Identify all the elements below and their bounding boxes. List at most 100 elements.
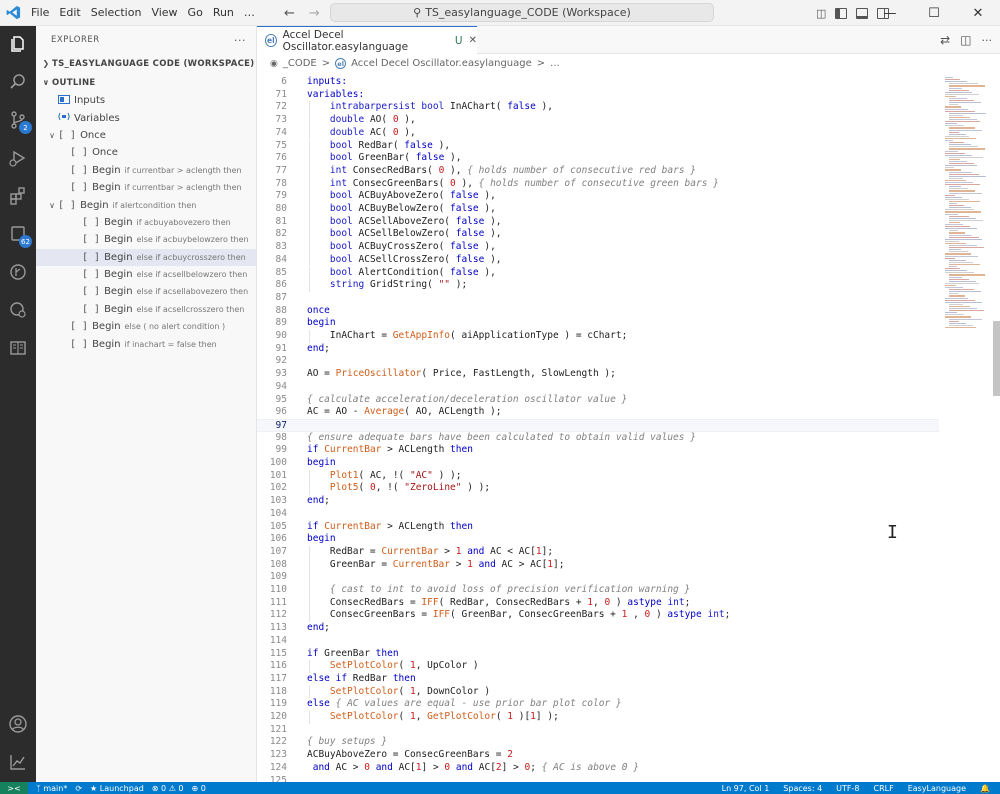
- split-editor-icon[interactable]: ◫: [960, 33, 971, 47]
- menu-more[interactable]: …: [239, 0, 260, 26]
- toggle-primary-sidebar-icon[interactable]: [835, 7, 848, 19]
- code-line[interactable]: 107 RedBar = CurrentBar > 1 and AC < AC[…: [257, 545, 939, 559]
- tab-accel-decel-oscillator[interactable]: el Accel Decel Oscillator.easylanguage U…: [257, 26, 477, 54]
- code-line[interactable]: 74 double AC( 0 ),: [257, 126, 939, 140]
- outline-item[interactable]: [ ] Begin else if acbuybelowzero then: [36, 231, 256, 248]
- notifications-bell-icon[interactable]: 🔔: [980, 784, 990, 793]
- code-line[interactable]: 109: [257, 571, 939, 584]
- code-line[interactable]: 114: [257, 635, 939, 648]
- outline-item[interactable]: [ ] Begin else ( no alert condition ): [36, 318, 256, 335]
- back-arrow-icon[interactable]: ←: [284, 6, 295, 21]
- code-line[interactable]: 110 { cast to int to avoid loss of preci…: [257, 584, 939, 597]
- code-line[interactable]: 72 intrabarpersist bool InAChart( false …: [257, 101, 939, 115]
- code-line[interactable]: 78 int ConsecGreenBars( 0 ), { holds num…: [257, 177, 939, 191]
- account-icon[interactable]: [6, 712, 30, 736]
- end-of-line[interactable]: CRLF: [873, 784, 893, 793]
- code-line[interactable]: 71 variables:: [257, 89, 939, 102]
- timeline-icon[interactable]: [6, 750, 30, 774]
- code-line[interactable]: 124 and AC > 0 and AC[1] > 0 and AC[2] >…: [257, 762, 939, 775]
- outline-item[interactable]: [ ] Begin if inachart = false then: [36, 335, 256, 352]
- explorer-icon[interactable]: [6, 32, 30, 56]
- chevron-down-icon[interactable]: ∨: [46, 131, 58, 140]
- maximize-button[interactable]: ☐: [912, 0, 956, 26]
- outline-item[interactable]: ∨[ ] Begin if alertcondition then: [36, 196, 256, 213]
- close-button[interactable]: ✕: [956, 0, 1000, 26]
- code-editor[interactable]: 6 inputs: 71 variables: 72 intrabarpersist b…: [257, 73, 939, 782]
- language-mode[interactable]: EasyLanguage: [908, 784, 966, 793]
- problems-indicator[interactable]: ⊗ 0 ⚠ 0: [152, 784, 184, 793]
- source-control-icon[interactable]: 2: [6, 108, 32, 134]
- code-line[interactable]: 96 AC = AO - Average( AO, ACLength );: [257, 406, 939, 419]
- code-line[interactable]: 121: [257, 724, 939, 737]
- tab-close-icon[interactable]: ✕: [469, 35, 477, 46]
- code-line[interactable]: 102 Plot5( 0, !( "ZeroLine" ) );: [257, 482, 939, 496]
- code-line[interactable]: 79 bool ACBuyAboveZero( false ),: [257, 190, 939, 203]
- book-icon[interactable]: [6, 336, 30, 360]
- minimap[interactable]: [939, 73, 993, 782]
- code-line[interactable]: 6 inputs:: [257, 76, 939, 89]
- code-line[interactable]: 125: [257, 775, 939, 783]
- toggle-panel-icon[interactable]: [856, 7, 869, 19]
- breadcrumb-file[interactable]: Accel Decel Oscillator.easylanguage: [351, 58, 532, 69]
- code-line[interactable]: 117 else if RedBar then: [257, 673, 939, 686]
- code-line[interactable]: 93 AO = PriceOscillator( Price, FastLengt…: [257, 368, 939, 381]
- code-line[interactable]: 99 if CurrentBar > ACLength then: [257, 444, 939, 457]
- chevron-down-icon[interactable]: ∨: [46, 201, 58, 210]
- code-line[interactable]: 85 bool AlertCondition( false ),: [257, 266, 939, 280]
- indentation[interactable]: Spaces: 4: [783, 784, 822, 793]
- outline-item[interactable]: [ ] Begin if acbuyabovezero then: [36, 214, 256, 231]
- code-line[interactable]: 92: [257, 355, 939, 368]
- code-line[interactable]: 87: [257, 292, 939, 305]
- menu-edit[interactable]: Edit: [54, 0, 85, 26]
- code-line[interactable]: 101 Plot1( AC, !( "AC" ) );: [257, 469, 939, 483]
- outline-item[interactable]: [ ] Begin else if acsellbelowzero then: [36, 266, 256, 283]
- code-line[interactable]: 122 { buy setups }: [257, 736, 939, 749]
- outline-item[interactable]: [ ] Begin if currentbar > aclength then: [36, 179, 256, 196]
- breadcrumb-folder[interactable]: _CODE: [283, 58, 317, 69]
- command-center-search[interactable]: ⚲ TS_easylanguage_CODE (Workspace): [330, 3, 714, 22]
- more-actions-icon[interactable]: ···: [982, 34, 993, 47]
- branch-indicator[interactable]: ᛉ main*: [36, 784, 67, 793]
- run-debug-icon[interactable]: [6, 146, 30, 170]
- code-line[interactable]: 103 end;: [257, 495, 939, 508]
- code-line[interactable]: 108 GreenBar = CurrentBar > 1 and AC > A…: [257, 558, 939, 572]
- menu-view[interactable]: View: [146, 0, 182, 26]
- code-line[interactable]: 98 { ensure adequate bars have been calcu…: [257, 432, 939, 445]
- encoding[interactable]: UTF-8: [836, 784, 859, 793]
- editor-scrollbar[interactable]: [993, 73, 1000, 782]
- code-line[interactable]: 90 InAChart = GetAppInfo( aiApplicationT…: [257, 330, 939, 343]
- code-line[interactable]: 120 SetPlotColor( 1, GetPlotColor( 1 )[1…: [257, 711, 939, 724]
- minimize-button[interactable]: —: [868, 0, 912, 26]
- code-line[interactable]: 113 end;: [257, 622, 939, 635]
- code-line[interactable]: 95 { calculate acceleration/deceleration …: [257, 394, 939, 407]
- scrollbar-thumb[interactable]: [993, 321, 1000, 396]
- code-line[interactable]: 76 bool GreenBar( false ),: [257, 152, 939, 165]
- outline-item[interactable]: [ ] Begin else if acsellcrosszero then: [36, 301, 256, 318]
- code-line[interactable]: 97: [257, 418, 939, 432]
- code-line[interactable]: 73 double AO( 0 ),: [257, 114, 939, 127]
- extensions-icon[interactable]: [6, 184, 30, 208]
- cursor-position[interactable]: Ln 97, Col 1: [722, 784, 770, 793]
- more-actions-icon[interactable]: ···: [234, 34, 246, 47]
- ports-indicator[interactable]: ⊕ 0: [192, 784, 206, 793]
- remote-indicator[interactable]: ><: [0, 782, 28, 794]
- code-line[interactable]: 123 ACBuyAboveZero = ConsecGreenBars = 2: [257, 749, 939, 762]
- outline-item[interactable]: [ ] Begin if currentbar > aclength then: [36, 162, 256, 179]
- code-line[interactable]: 82 bool ACSellBelowZero( false ),: [257, 228, 939, 242]
- code-line[interactable]: 116 SetPlotColor( 1, UpColor ): [257, 660, 939, 673]
- search-icon[interactable]: [6, 70, 30, 94]
- code-line[interactable]: 75 bool RedBar( false ),: [257, 139, 939, 153]
- code-line[interactable]: 112 ConsecGreenBars = IFF( GreenBar, Con…: [257, 609, 939, 623]
- code-line[interactable]: 81 bool ACSellAboveZero( false ),: [257, 215, 939, 229]
- code-line[interactable]: 86 string GridString( "" );: [257, 279, 939, 292]
- outline-item[interactable]: [ ] Once: [36, 144, 256, 161]
- code-line[interactable]: 104: [257, 508, 939, 521]
- code-line[interactable]: 88 once: [257, 305, 939, 318]
- code-line[interactable]: 89 begin: [257, 317, 939, 330]
- outline-item[interactable]: Inputs: [36, 92, 256, 109]
- outline-item[interactable]: ∨[ ] Once: [36, 127, 256, 144]
- outline-section-header[interactable]: ∨ OUTLINE: [36, 73, 256, 92]
- outline-item[interactable]: Variables: [36, 109, 256, 126]
- forward-arrow-icon[interactable]: →: [309, 6, 320, 21]
- breadcrumb-symbol[interactable]: ...: [550, 58, 560, 69]
